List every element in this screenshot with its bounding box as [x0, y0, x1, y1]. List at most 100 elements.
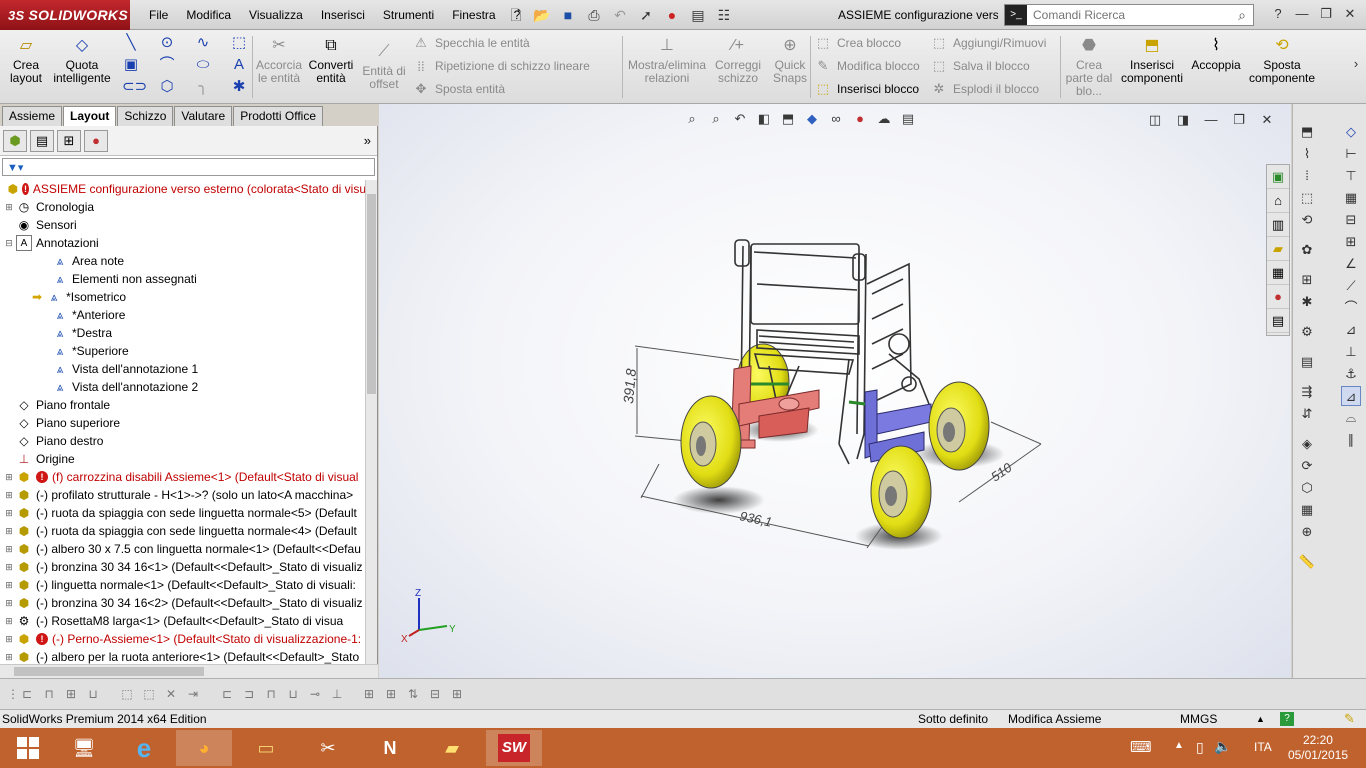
modifica-blocco-button[interactable]: ✎ Modifica blocco	[814, 56, 920, 76]
windows-start-icon[interactable]	[0, 730, 56, 766]
solidworks-resources-icon[interactable]: ⌂	[1267, 189, 1289, 213]
measure-icon[interactable]: 📏	[1297, 552, 1317, 572]
expand-icon[interactable]: ⊞	[4, 472, 14, 483]
tree-vertical-scrollbar[interactable]	[365, 180, 377, 664]
sposta-componente-button[interactable]: ⟲ Sposta componente	[1246, 34, 1318, 100]
clock[interactable]: 22:20 05/01/2015	[1288, 733, 1348, 763]
select-pointer-icon[interactable]: ➚	[636, 5, 656, 25]
inserisci-blocco-button[interactable]: ⬚ Inserisci blocco	[814, 79, 919, 99]
delete-icon[interactable]: ✕	[162, 685, 180, 703]
tree-node[interactable]: ⊞ ⬢ (-) bronzina 30 34 16<1> (Default<<Def…	[0, 558, 366, 576]
tab-prodotti-office[interactable]: Prodotti Office	[233, 106, 324, 126]
add-relation-icon[interactable]: ⊿	[1341, 386, 1361, 406]
expand-icon[interactable]: ⊞	[4, 544, 14, 555]
bill-of-materials-icon[interactable]: ▤	[1297, 352, 1317, 372]
expand-icon[interactable]: ⊞	[4, 202, 14, 213]
distribute-v-icon[interactable]: ⊐	[240, 685, 258, 703]
keyboard-icon[interactable]: ⌨	[1130, 738, 1152, 756]
tree-node[interactable]: ⩓ Vista dell'annotazione 1	[0, 360, 366, 378]
expand-icon[interactable]: ⊞	[4, 526, 14, 537]
scroll-thumb[interactable]	[14, 667, 204, 676]
ellipse-icon[interactable]: ⬭	[194, 56, 212, 74]
rebuild-status-icon[interactable]: ✎	[1344, 710, 1355, 728]
tree-node[interactable]: ◇ Piano destro	[0, 432, 366, 450]
tree-node[interactable]: ⩓ *Destra	[0, 324, 366, 342]
tree-filter[interactable]: ▼▾	[2, 158, 375, 176]
menu-modifica[interactable]: Modifica	[177, 0, 240, 30]
ripetizione-lineare-button[interactable]: ⁞⁞ Ripetizione di schizzo lineare	[412, 56, 589, 76]
assembly-features-icon[interactable]: ⊞	[1297, 270, 1317, 290]
tab-layout[interactable]: Layout	[63, 106, 117, 126]
tray-expand-icon[interactable]: ▲	[1174, 740, 1184, 751]
table-sort-icon[interactable]: ⇅	[404, 685, 422, 703]
tree-node[interactable]: ⩓ *Superiore	[0, 342, 366, 360]
circle-icon[interactable]: ⊙	[158, 34, 176, 52]
expand-icon[interactable]: ⊞	[4, 598, 14, 609]
minimize-icon[interactable]: —	[1292, 4, 1312, 24]
print-icon[interactable]: ⎙	[584, 5, 604, 25]
onenote-icon[interactable]: N	[362, 730, 418, 766]
mate-icon[interactable]: ⌇	[1297, 144, 1317, 164]
graphics-area[interactable]: ⌕ ⌕ ↶ ◧ ⬒ ◆ ∞ ● ☁ ▤ ◫ ◨ — ❐ ✕ 391,8 936,…	[379, 104, 1291, 678]
restore-icon[interactable]: ❐	[1316, 4, 1336, 24]
tree-node[interactable]: ◇ Piano superiore	[0, 414, 366, 432]
align-left-icon[interactable]: ⊏	[18, 685, 36, 703]
tree-node[interactable]: ⬢! ASSIEME configurazione verso esterno (…	[0, 180, 366, 198]
tab-schizzo[interactable]: Schizzo	[117, 106, 174, 126]
units-arrow-icon[interactable]: ▲	[1256, 710, 1265, 728]
help-status-icon[interactable]: ?	[1280, 712, 1294, 726]
solidworks-logo[interactable]: 3S SOLIDWORKS	[0, 0, 130, 30]
open-folder-icon[interactable]: 📂	[532, 5, 552, 25]
inserisci-componenti-button[interactable]: ⬒ Inserisci componenti	[1118, 34, 1186, 100]
tree-node[interactable]: ⊞ ⬢ (-) linguetta normale<1> (Default<<Def…	[0, 576, 366, 594]
tree-node[interactable]: ⊥ Origine	[0, 450, 366, 468]
mostra-relazioni-button[interactable]: ⊥ Mostra/elimina relazioni	[626, 34, 708, 100]
quick-snaps-button[interactable]: ⊕ Quick Snaps	[770, 34, 810, 100]
tree-node[interactable]: ⩓ Area note	[0, 252, 366, 270]
tree-node[interactable]: ⊞ ⬢ (-) profilato strutturale - H<1>->? (s…	[0, 486, 366, 504]
component-pattern-icon[interactable]: ⁞	[1297, 166, 1317, 186]
table-icon[interactable]: ⊞	[360, 685, 378, 703]
design-library-icon[interactable]: ▥	[1267, 213, 1289, 237]
internet-explorer-icon[interactable]: e	[116, 730, 172, 766]
pin-bottom-icon[interactable]: ⊥	[328, 685, 346, 703]
esplodi-blocco-button[interactable]: ✲ Esplodi il blocco	[930, 79, 1040, 99]
sticky-notes-icon[interactable]: ▰	[424, 730, 480, 766]
tree-node[interactable]: ⊞ ⬢ (-) ruota da spiaggia con sede linguet…	[0, 522, 366, 540]
attach-icon[interactable]: ⇥	[184, 685, 202, 703]
tab-valutare[interactable]: Valutare	[174, 106, 233, 126]
smart-fasteners-icon[interactable]: ⬚	[1297, 188, 1317, 208]
crea-layout-button[interactable]: ▱ Crea layout	[6, 34, 46, 100]
expand-icon[interactable]: ⊞	[4, 562, 14, 573]
group-icon[interactable]: ⬚	[118, 685, 136, 703]
help-icon[interactable]: ?	[1268, 4, 1288, 24]
tree-node[interactable]: ⊞ ⬢ (-) ruota da spiaggia con sede linguet…	[0, 504, 366, 522]
space-v-icon[interactable]: ⊔	[284, 685, 302, 703]
menu-inserisci[interactable]: Inserisci	[312, 0, 374, 30]
view-palette-icon[interactable]: ▦	[1267, 261, 1289, 285]
snipping-tool-icon[interactable]: ✂	[300, 730, 356, 766]
relations-icon[interactable]: ⊥	[1341, 342, 1361, 362]
tree-node[interactable]: ⩓ Elementi non assegnati	[0, 270, 366, 288]
property-manager-icon[interactable]: ▤	[30, 129, 54, 152]
exploded-view-icon[interactable]: ⇶	[1297, 382, 1317, 402]
units-selector[interactable]: MMGS	[1180, 710, 1217, 728]
expand-icon[interactable]: ⊞	[4, 490, 14, 501]
display-manager-icon[interactable]: ●	[84, 129, 108, 152]
solidworks-icon[interactable]: SW	[486, 730, 542, 766]
hole-alignment-icon[interactable]: ⊕	[1297, 522, 1317, 542]
tree-node[interactable]: ⩓ *Anteriore	[0, 306, 366, 324]
custom-properties-icon[interactable]: ▤	[1267, 309, 1289, 333]
quota-intelligente-button[interactable]: ◇ Quota intelligente	[50, 34, 114, 100]
converti-entita-button[interactable]: ⧉ Converti entità	[306, 34, 356, 100]
new-motion-study-icon[interactable]: ⚙	[1297, 322, 1317, 342]
save-icon[interactable]: ■	[558, 5, 578, 25]
command-search-box[interactable]: >_ ⌕	[1004, 4, 1254, 26]
angular-dim-icon[interactable]: ∠	[1341, 254, 1361, 274]
tree-node[interactable]: ⊞ ◷ Cronologia	[0, 198, 366, 216]
crea-blocco-button[interactable]: ⬚ Crea blocco	[814, 33, 901, 53]
options-icon[interactable]: ☷	[714, 5, 734, 25]
arc-icon[interactable]: ⌒	[158, 56, 176, 74]
crea-parte-button[interactable]: ⬣ Crea parte dal blo...	[1064, 34, 1114, 100]
search-icon[interactable]: ⌕	[1231, 7, 1253, 24]
